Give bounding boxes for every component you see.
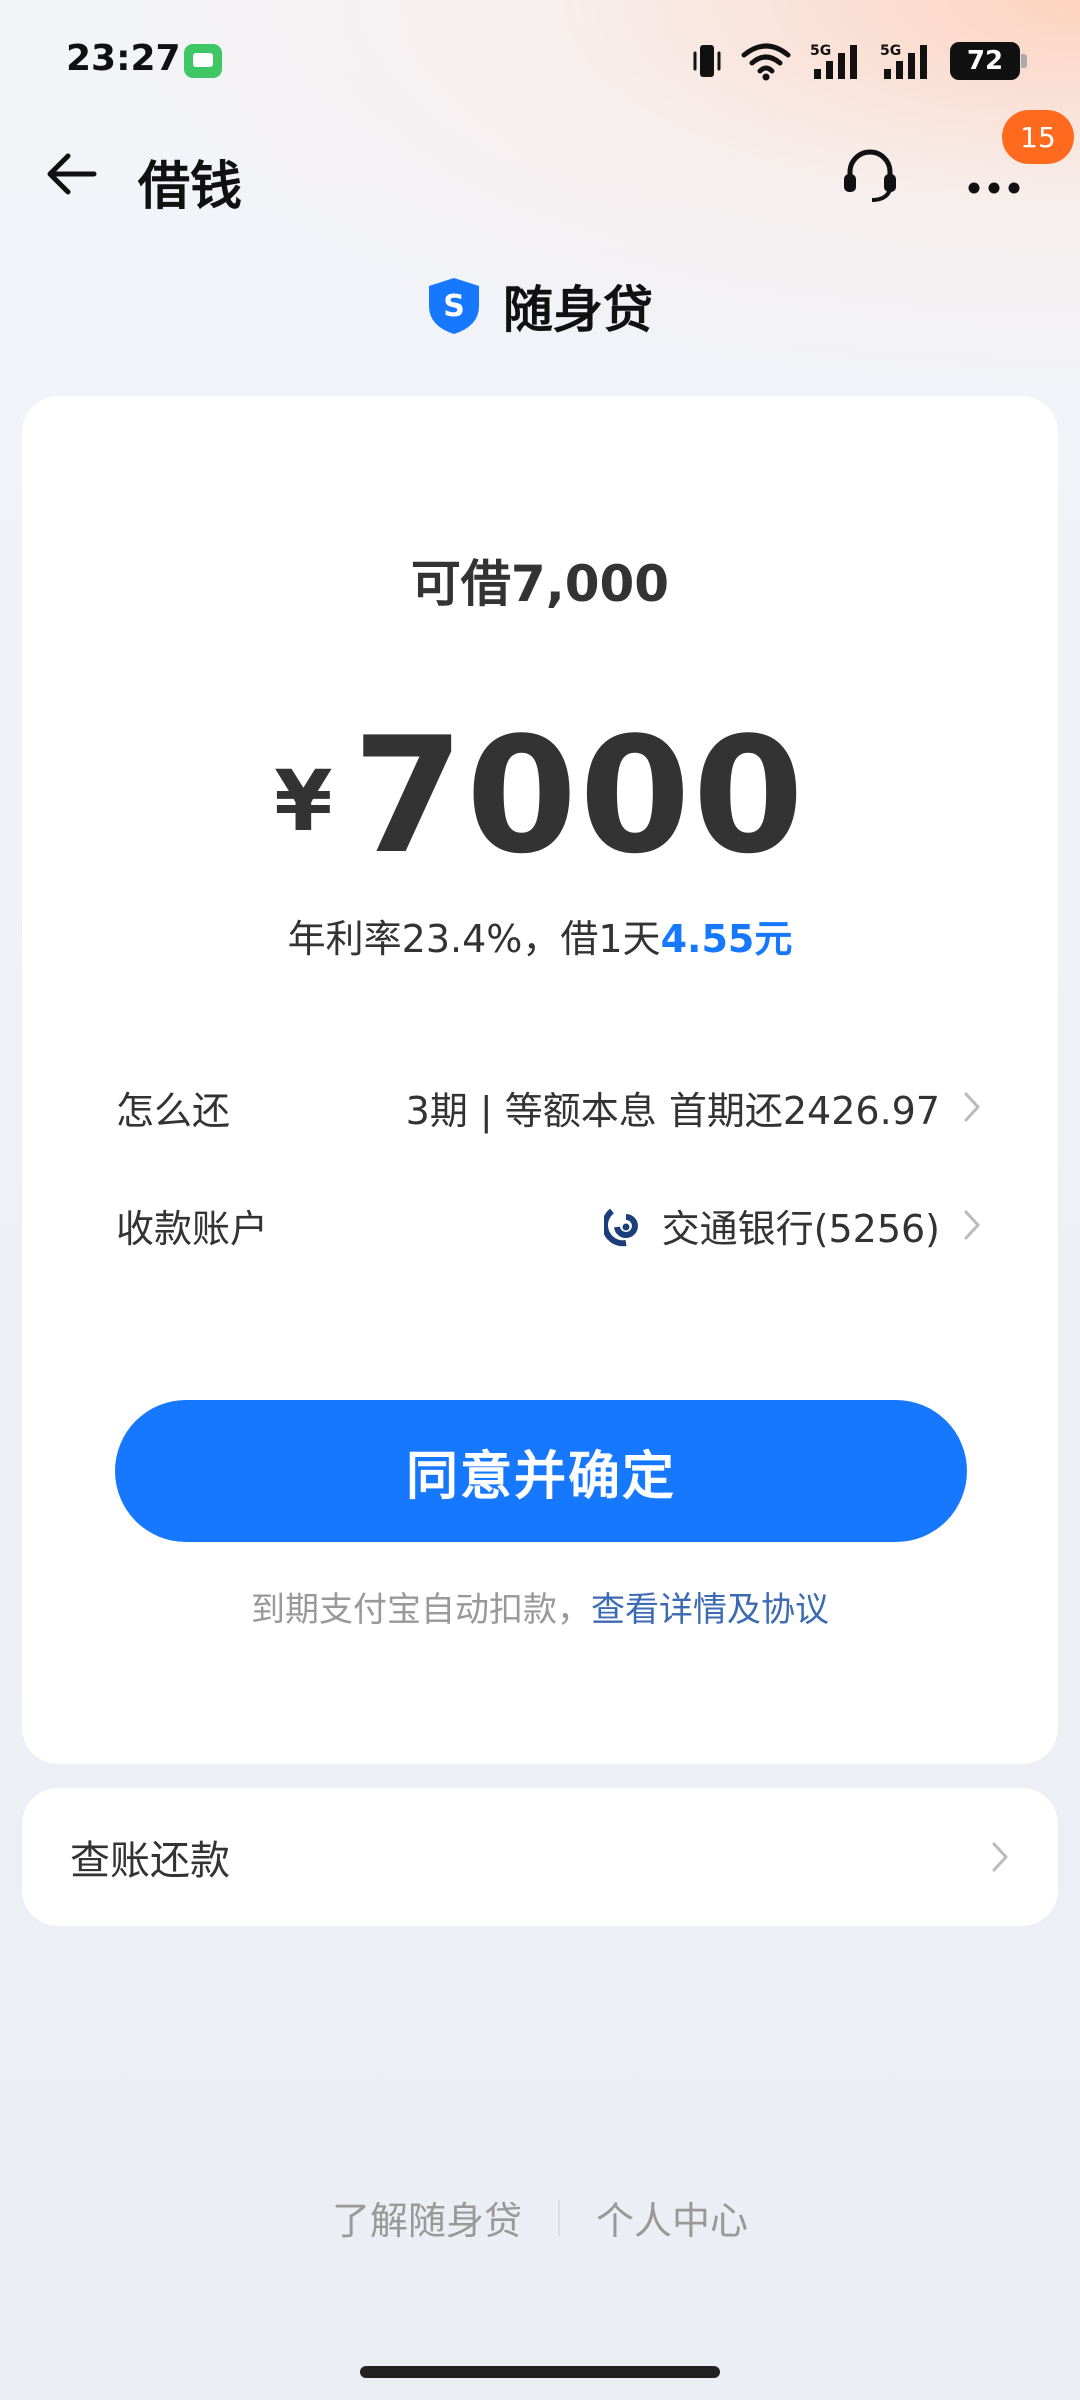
repayment-label: 怎么还: [116, 1088, 231, 1133]
interest-rate-text: 年利率23.4%，借1天4.55元: [22, 908, 1058, 963]
repayment-method-row[interactable]: 怎么还 3期 | 等额本息 首期还2426.97: [116, 1072, 982, 1142]
amount-value[interactable]: 7000: [353, 716, 806, 876]
terms-link[interactable]: 查看详情及协议: [591, 1590, 829, 1630]
page-title: 借钱: [138, 157, 243, 217]
bill-repay-row[interactable]: 查账还款: [22, 1788, 1058, 1926]
bank-logo-icon: [603, 1205, 646, 1247]
available-amount-label: 可借7,000: [410, 555, 670, 613]
signal-label: 5G: [880, 43, 901, 59]
signal-5g-icon: 5G: [810, 43, 857, 79]
loan-card: 可借7,000 ¥ 7000 年利率23.4%，借1天4.55元 怎么还 3期 …: [22, 396, 1058, 1764]
logo-letter: S: [443, 289, 465, 324]
terms-text: 到期支付宝自动扣款，查看详情及协议: [22, 1582, 1058, 1631]
personal-center-link[interactable]: 个人中心: [596, 2190, 748, 2245]
signal-5g-icon-2: 5G: [880, 43, 927, 79]
repayment-value: 3期 | 等额本息 首期还2426.97: [405, 1088, 940, 1133]
about-link[interactable]: 了解随身贷: [332, 2190, 522, 2245]
battery-icon: 72: [950, 42, 1027, 80]
chevron-right-icon: [992, 1842, 1008, 1872]
back-arrow-icon[interactable]: [44, 146, 100, 202]
product-name: 随身贷: [503, 281, 653, 339]
customer-service-icon[interactable]: [838, 142, 902, 206]
shield-logo-icon: S: [429, 278, 479, 334]
loan-amount[interactable]: ¥ 7000: [22, 716, 1058, 876]
footer-links: 了解随身贷 个人中心: [0, 2190, 1080, 2245]
brand-header: S 随身贷: [0, 266, 1080, 346]
signal-label: 5G: [810, 43, 831, 59]
message-notification-icon: [184, 44, 222, 78]
vibrate-icon: [693, 45, 721, 77]
status-time: 23:27: [66, 38, 181, 79]
footer-divider: [558, 2199, 560, 2236]
home-indicator[interactable]: [360, 2366, 720, 2378]
confirm-button[interactable]: 同意并确定: [115, 1400, 967, 1542]
chevron-right-icon: [964, 1210, 980, 1240]
notification-badge: 15: [1002, 110, 1074, 164]
account-label: 收款账户: [116, 1206, 269, 1251]
rate-text: 年利率23.4%，借1天: [287, 917, 661, 961]
wifi-icon: [741, 43, 791, 81]
nav-bar: 借钱 15: [0, 110, 1080, 230]
terms-note: 到期支付宝自动扣款，: [251, 1590, 591, 1630]
account-value-group: 交通银行(5256): [603, 1198, 940, 1253]
status-icons: 5G 5G 72: [692, 40, 1027, 82]
chevron-right-icon: [964, 1092, 980, 1122]
currency-symbol: ¥: [274, 752, 333, 850]
status-bar: 23:27 5G 5G 72: [0, 0, 1080, 120]
account-value: 交通银行(5256): [661, 1206, 940, 1251]
bill-repay-label: 查账还款: [70, 1838, 230, 1884]
daily-interest: 4.55元: [660, 917, 793, 961]
receiving-account-row[interactable]: 收款账户 交通银行(5256): [116, 1190, 982, 1260]
